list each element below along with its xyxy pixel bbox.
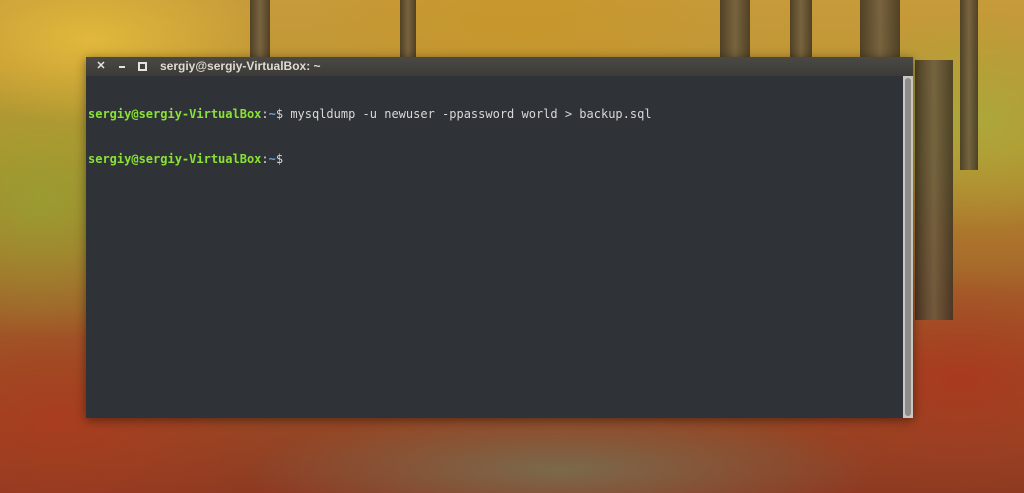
terminal-line[interactable]: sergiy@sergiy-VirtualBox:~$ [88,152,903,167]
prompt-user-host: sergiy@sergiy-VirtualBox [88,152,262,166]
close-icon: ✕ [96,60,106,72]
terminal-scrollbar[interactable] [903,76,913,418]
terminal-line: sergiy@sergiy-VirtualBox:~$ mysqldump -u… [88,107,903,122]
prompt-path: ~ [268,152,276,166]
terminal-window[interactable]: ✕ sergiy@sergiy-VirtualBox: ~ sergiy@ser… [86,57,913,418]
prompt-user-host: sergiy@sergiy-VirtualBox [88,107,262,121]
maximize-button[interactable] [135,59,149,73]
window-title: sergiy@sergiy-VirtualBox: ~ [160,59,321,73]
prompt-colon: : [261,152,269,166]
window-titlebar[interactable]: ✕ sergiy@sergiy-VirtualBox: ~ [86,57,913,76]
command-text: mysqldump -u newuser -ppassword world > … [290,107,652,121]
prompt-colon: : [261,107,269,121]
prompt-symbol: $ [275,107,291,121]
minimize-button[interactable] [115,59,129,73]
scrollbar-thumb[interactable] [905,78,911,416]
maximize-icon [138,62,147,71]
prompt-symbol: $ [275,152,284,166]
minimize-icon [119,66,125,68]
prompt-path: ~ [268,107,276,121]
terminal-output[interactable]: sergiy@sergiy-VirtualBox:~$ mysqldump -u… [86,76,903,418]
close-button[interactable]: ✕ [94,59,108,73]
